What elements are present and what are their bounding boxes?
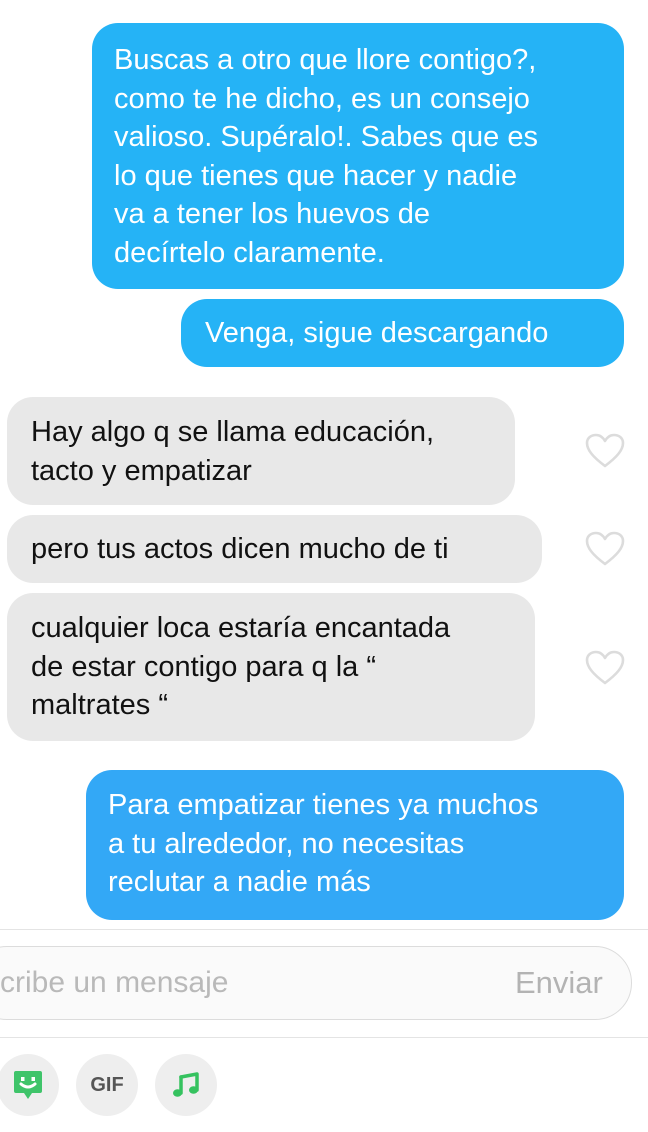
- message-bubble-sent[interactable]: Buscas a otro que llore contigo?, como t…: [92, 23, 624, 289]
- heart-like-icon[interactable]: [585, 433, 625, 469]
- sticker-button[interactable]: [0, 1054, 59, 1116]
- message-bubble-sent[interactable]: Para empatizar tienes ya muchos a tu alr…: [86, 770, 624, 920]
- heart-like-icon[interactable]: [585, 650, 625, 686]
- message-bubble-received[interactable]: Hay algo q se llama educación, tacto y e…: [7, 397, 515, 505]
- message-bubble-received[interactable]: cualquier loca estaría encantada de esta…: [7, 593, 535, 741]
- message-bubble-sent[interactable]: Venga, sigue descargando: [181, 299, 624, 367]
- composer-divider: [0, 929, 648, 930]
- heart-like-icon[interactable]: [585, 531, 625, 567]
- sticker-icon: [14, 1071, 42, 1099]
- message-bubble-received[interactable]: pero tus actos dicen mucho de ti: [7, 515, 542, 583]
- music-icon: [173, 1072, 199, 1097]
- chat-screen: Buscas a otro que llore contigo?, como t…: [0, 0, 648, 1132]
- gif-button[interactable]: GIF: [76, 1054, 138, 1116]
- send-button[interactable]: Enviar: [515, 964, 603, 1002]
- music-button[interactable]: [155, 1054, 217, 1116]
- message-input-placeholder[interactable]: cribe un mensaje: [0, 964, 228, 1002]
- toolbar-divider: [0, 1037, 648, 1038]
- gif-icon: GIF: [90, 1074, 124, 1096]
